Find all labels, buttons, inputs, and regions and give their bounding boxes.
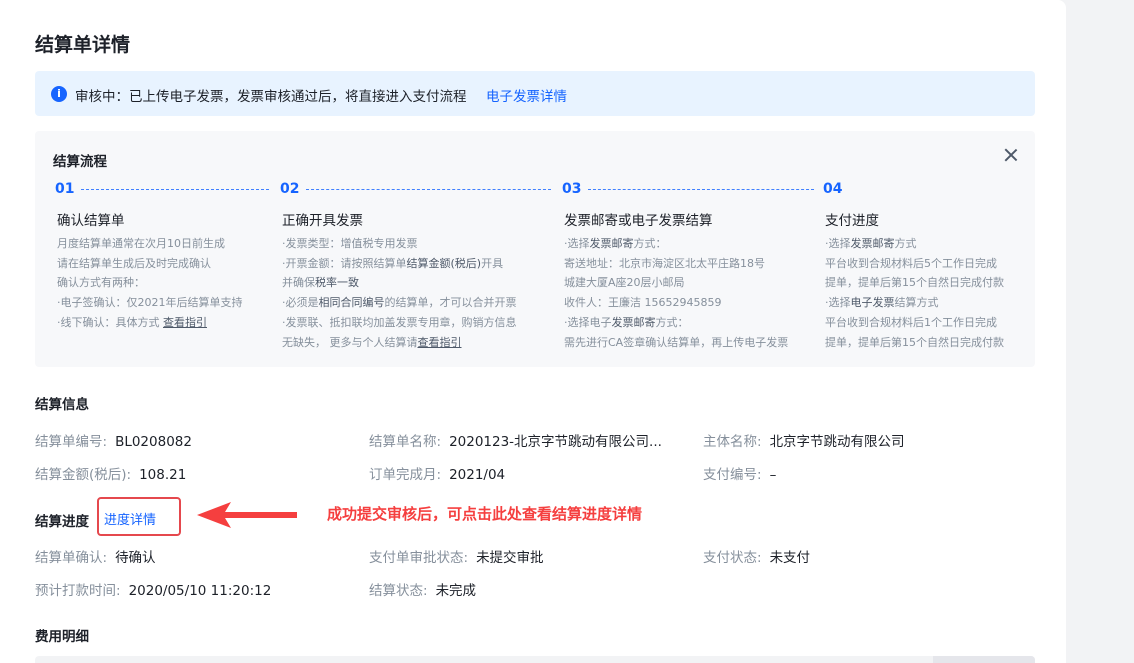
step-line: 平台收到合规材料后5个工作日完成 <box>825 256 997 270</box>
step-line: 提单，提单后第15个自然日完成付款 <box>825 335 1004 349</box>
status-field: 结算状态: 未完成 <box>369 583 477 599</box>
view-guide-link[interactable]: 查看指引 <box>418 336 462 349</box>
step-line: 月度结算单通常在次月10日前生成 <box>57 237 225 250</box>
amount-field: 结算金额(税后): 108.21 <box>35 467 187 483</box>
step-line: 城建大厦A座20层小邮局 <box>564 276 685 290</box>
confirm-field: 结算单确认: 待确认 <box>35 550 156 566</box>
settlement-info-title: 结算信息 <box>35 397 89 413</box>
bill-no-field: 结算单编号: BL0208082 <box>35 434 192 450</box>
step-description: ·发票类型：增值税专用发票 ·开票金额：请按照结算单结算金额(税后)开具 并确保… <box>282 234 517 352</box>
order-month-field: 订单完成月: 2021/04 <box>369 467 506 483</box>
step-title: 正确开具发票 <box>282 213 363 229</box>
pay-no-field: 支付编号: – <box>703 467 777 483</box>
info-icon: i <box>51 86 67 102</box>
step-title: 支付进度 <box>825 213 879 229</box>
step-connector <box>81 189 269 190</box>
page-title: 结算单详情 <box>35 34 131 56</box>
step-line: ·选择发票邮寄方式 <box>825 237 917 250</box>
step-line: ·选择发票邮寄方式： <box>564 237 667 250</box>
step-line: 无缺失， 更多与个人结算请查看指引 <box>282 335 462 349</box>
settlement-detail-card: 结算单详情 i 审核中：已上传电子发票，发票审核通过后，将直接进入支付流程 电子… <box>0 0 1066 663</box>
step-number: 03 <box>562 181 582 197</box>
step-title: 发票邮寄或电子发票结算 <box>564 213 713 229</box>
eta-field: 预计打款时间: 2020/05/10 11:20:12 <box>35 583 272 599</box>
pay-status-field: 支付状态: 未支付 <box>703 550 811 566</box>
step-title: 确认结算单 <box>57 213 125 229</box>
progress-title: 结算进度 <box>35 514 89 530</box>
step-connector <box>306 189 551 190</box>
step-line: 平台收到合规材料后1个工作日完成 <box>825 315 997 329</box>
step-line: ·发票类型：增值税专用发票 <box>282 237 418 250</box>
annotation-arrow-icon <box>197 502 297 528</box>
view-guide-link[interactable]: 查看指引 <box>163 316 207 329</box>
progress-detail-link[interactable]: 进度详情 <box>104 509 156 528</box>
step-description: 月度结算单通常在次月10日前生成 请在结算单生成后及时完成确认 确认方式有两种：… <box>57 234 243 333</box>
alert-text: 审核中：已上传电子发票，发票审核通过后，将直接进入支付流程 <box>75 89 467 105</box>
step-line: ·选择电子发票结算方式 <box>825 296 939 310</box>
step-line: 请在结算单生成后及时完成确认 <box>57 256 211 270</box>
fee-table-header-fixed-col <box>933 656 1035 663</box>
status-alert: i 审核中：已上传电子发票，发票审核通过后，将直接进入支付流程 电子发票详情 <box>35 71 1035 116</box>
flow-step-4: 04 支付进度 ·选择发票邮寄方式 平台收到合规材料后5个工作日完成 提单，提单… <box>823 181 1004 349</box>
flow-step-3: 03 发票邮寄或电子发票结算 ·选择发票邮寄方式： 寄送地址：北京市海淀区北太平… <box>562 181 814 349</box>
annotation-text: 成功提交审核后，可点击此处查看结算进度详情 <box>327 505 643 523</box>
step-number: 02 <box>280 181 300 197</box>
step-connector <box>588 189 814 190</box>
step-line: ·发票联、抵扣联均加盖发票专用章，购销方信息 <box>282 315 517 329</box>
step-line: 需先进行CA签章确认结算单，再上传电子发票 <box>564 335 789 349</box>
step-line: 寄送地址：北京市海淀区北太平庄路18号 <box>564 256 765 270</box>
flow-step-2: 02 正确开具发票 ·发票类型：增值税专用发票 ·开票金额：请按照结算单结算金额… <box>280 181 551 349</box>
step-line: ·选择电子发票邮寄方式： <box>564 315 689 329</box>
close-icon[interactable] <box>1001 145 1021 165</box>
step-line: ·必须是相同合同编号的结算单，才可以合并开票 <box>282 296 517 310</box>
bill-name-field: 结算单名称: 2020123-北京字节跳动有限公司... <box>369 434 662 450</box>
fee-table-header <box>35 656 1035 663</box>
step-line: ·电子签确认：仅2021年后结算单支持 <box>57 296 243 310</box>
step-number: 04 <box>823 181 843 197</box>
flow-title: 结算流程 <box>53 154 107 170</box>
step-line: 收件人：王廉洁 15652945859 <box>564 296 722 310</box>
entity-field: 主体名称: 北京字节跳动有限公司 <box>703 434 905 450</box>
step-line: ·线下确认：具体方式 查看指引 <box>57 315 207 329</box>
settlement-flow-panel: 结算流程 01 确认结算单 月度结算单通常在次月10日前生成 请在结算单生成后及… <box>35 131 1035 367</box>
step-line: 确认方式有两种： <box>57 276 145 290</box>
step-number: 01 <box>55 181 75 197</box>
e-invoice-detail-link[interactable]: 电子发票详情 <box>486 85 567 105</box>
flow-step-1: 01 确认结算单 月度结算单通常在次月10日前生成 请在结算单生成后及时完成确认… <box>55 181 269 329</box>
approval-field: 支付单审批状态: 未提交审批 <box>369 550 544 566</box>
step-line: 并确保税率一致 <box>282 276 359 290</box>
step-line: ·开票金额：请按照结算单结算金额(税后)开具 <box>282 256 504 270</box>
step-line: 提单，提单后第15个自然日完成付款 <box>825 276 1004 290</box>
step-description: ·选择发票邮寄方式： 寄送地址：北京市海淀区北太平庄路18号 城建大厦A座20层… <box>564 234 788 352</box>
step-description: ·选择发票邮寄方式 平台收到合规材料后5个工作日完成 提单，提单后第15个自然日… <box>825 234 1004 352</box>
fee-detail-title: 费用明细 <box>35 629 89 645</box>
